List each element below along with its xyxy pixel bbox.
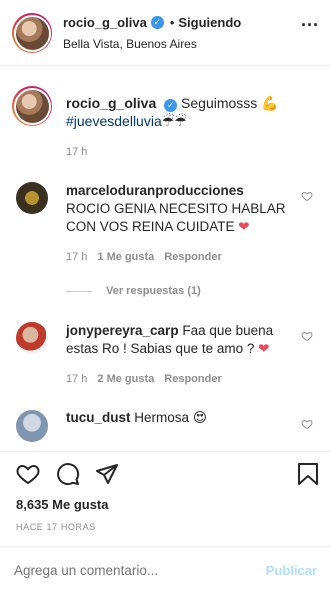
view-replies-button[interactable]: Ver respuestas (1) — [66, 285, 201, 297]
like-comment-heart-icon[interactable] — [301, 330, 313, 342]
save-bookmark-icon[interactable] — [297, 462, 319, 486]
like-comment-heart-icon[interactable] — [301, 190, 313, 202]
heart-eyes-emoji: 😍 — [192, 410, 207, 425]
more-horizontal-icon[interactable]: ··· — [301, 16, 319, 34]
caption-username[interactable]: rocio_g_oliva — [66, 95, 156, 111]
header-user-line: rocio_g_oliva ✓ • Siguiendo — [63, 15, 241, 30]
comment-input[interactable] — [14, 563, 244, 578]
like-comment-heart-icon[interactable] — [301, 418, 313, 430]
caption-hashtag[interactable]: #juevesdelluvia — [66, 113, 162, 129]
view-replies-label: Ver respuestas (1) — [106, 285, 201, 297]
comment-item: tucu_dust Hermosa 😍 — [0, 408, 331, 450]
comment-form: Publicar — [0, 546, 331, 597]
post-actions: 8,635 Me gusta HACE 17 HORAS Publicar — [0, 451, 331, 597]
likes-count[interactable]: 8,635 Me gusta — [16, 497, 109, 512]
commenter-avatar[interactable] — [16, 410, 48, 442]
comment-meta: 17 h 2 Me gusta Responder — [66, 373, 222, 385]
comment-text: marceloduranproducciones ROCIO GENIA NEC… — [66, 182, 298, 236]
commenter-username[interactable]: tucu_dust — [66, 410, 131, 425]
comment-likes[interactable]: 2 Me gusta — [97, 373, 154, 385]
post-time-ago[interactable]: HACE 17 HORAS — [16, 522, 96, 532]
caption-avatar[interactable] — [12, 86, 52, 126]
comment-text: jonypereyra_carp Faa que buena estas Ro … — [66, 322, 298, 358]
reply-button[interactable]: Responder — [164, 251, 221, 263]
red-heart-emoji: ❤ — [238, 219, 250, 234]
author-avatar[interactable] — [12, 13, 52, 53]
post-location[interactable]: Bella Vista, Buenos Aires — [63, 37, 197, 51]
comment-bubble-icon[interactable] — [56, 462, 80, 486]
caption-avatar-image — [13, 87, 51, 125]
commenter-avatar[interactable] — [16, 322, 48, 354]
publish-button[interactable]: Publicar — [266, 563, 317, 578]
caption-time[interactable]: 17 h — [66, 146, 87, 158]
verified-badge-icon: ✓ — [150, 16, 164, 29]
comment-body: ROCIO GENIA NECESITO HABLAR CON VOS REIN… — [66, 201, 286, 234]
caption-body: Seguimosss 💪 — [181, 95, 279, 111]
post-header: rocio_g_oliva ✓ • Siguiendo Bella Vista,… — [0, 0, 331, 66]
caption-text: rocio_g_oliva ✓ Seguimosss 💪 #juevesdell… — [66, 94, 316, 130]
comment-likes[interactable]: 1 Me gusta — [97, 251, 154, 263]
comment-time[interactable]: 17 h — [66, 251, 87, 263]
umbrella-emoji: ☔☔ — [161, 113, 187, 129]
verified-badge-icon: ✓ — [164, 99, 178, 112]
author-username[interactable]: rocio_g_oliva — [63, 15, 147, 30]
replies-divider — [66, 290, 92, 292]
commenter-avatar[interactable] — [16, 182, 48, 214]
red-heart-emoji: ❤ — [258, 341, 270, 356]
comment-body: Hermosa — [134, 410, 190, 425]
comment-meta: 17 h 1 Me gusta Responder — [66, 251, 222, 263]
commenter-username[interactable]: marceloduranproducciones — [66, 183, 244, 198]
header-separator: • — [169, 15, 175, 30]
comment-time[interactable]: 17 h — [66, 373, 87, 385]
comment-text: tucu_dust Hermosa 😍 — [66, 409, 298, 427]
author-avatar-image — [13, 14, 51, 52]
like-heart-icon[interactable] — [16, 462, 40, 486]
following-button[interactable]: Siguiendo — [178, 15, 241, 30]
commenter-username[interactable]: jonypereyra_carp — [66, 323, 179, 338]
reply-button[interactable]: Responder — [164, 373, 221, 385]
share-send-icon[interactable] — [95, 462, 119, 486]
